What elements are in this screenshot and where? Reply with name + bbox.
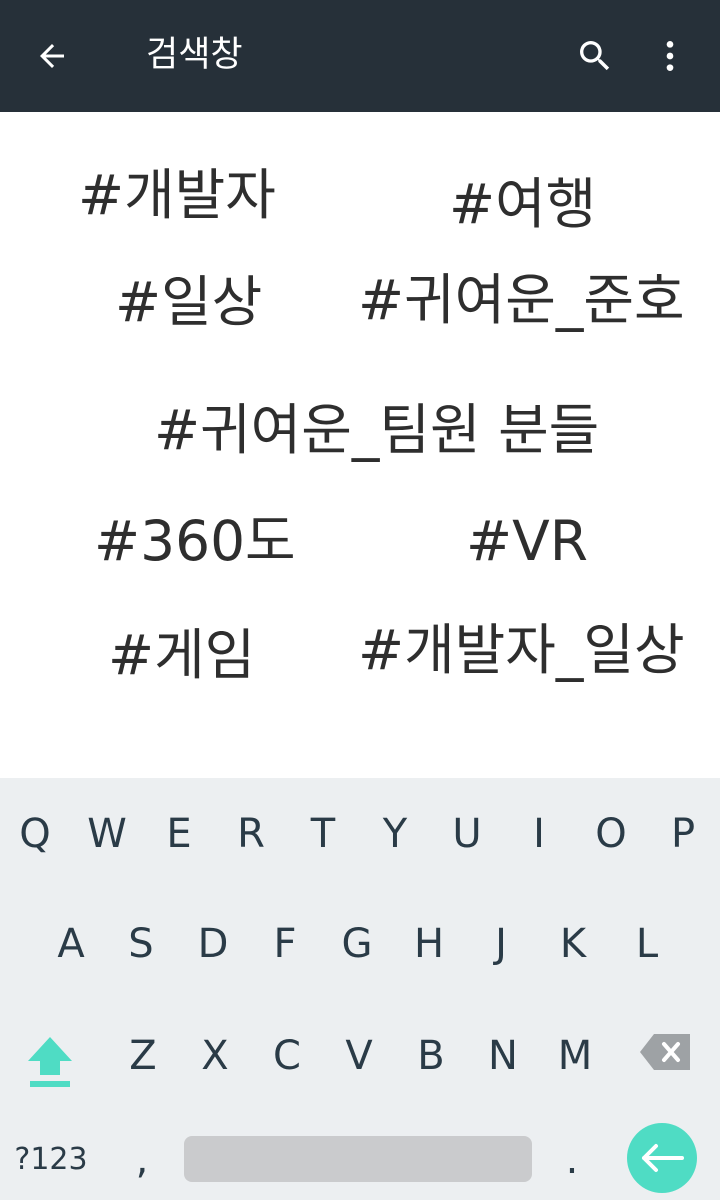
- tag-item[interactable]: #귀여운_준호: [358, 265, 685, 335]
- tag-item[interactable]: #게임: [108, 620, 255, 690]
- key-t[interactable]: T: [293, 794, 353, 874]
- comma-key[interactable]: ,: [112, 1120, 172, 1200]
- key-c[interactable]: C: [257, 1016, 317, 1096]
- key-v[interactable]: V: [329, 1016, 389, 1096]
- tag-item[interactable]: #개발자: [78, 160, 276, 230]
- key-y[interactable]: Y: [365, 794, 425, 874]
- key-a[interactable]: A: [41, 904, 101, 984]
- tag-item[interactable]: #개발자_일상: [358, 615, 685, 685]
- tag-item[interactable]: #360도: [94, 506, 296, 576]
- key-x[interactable]: X: [185, 1016, 245, 1096]
- period-key[interactable]: .: [542, 1120, 602, 1200]
- key-n[interactable]: N: [473, 1016, 533, 1096]
- enter-button[interactable]: [627, 1123, 697, 1193]
- key-m[interactable]: M: [545, 1016, 605, 1096]
- key-g[interactable]: G: [327, 904, 387, 984]
- spacebar[interactable]: [184, 1136, 532, 1182]
- backspace-icon[interactable]: [638, 1032, 698, 1072]
- search-icon[interactable]: [565, 26, 625, 86]
- key-l[interactable]: L: [617, 904, 677, 984]
- key-z[interactable]: Z: [113, 1016, 173, 1096]
- key-p[interactable]: P: [653, 794, 713, 874]
- key-u[interactable]: U: [437, 794, 497, 874]
- page-title: 검색창: [146, 35, 243, 75]
- tag-item[interactable]: #여행: [449, 169, 596, 239]
- key-q[interactable]: Q: [5, 794, 65, 874]
- key-r[interactable]: R: [221, 794, 281, 874]
- key-h[interactable]: H: [399, 904, 459, 984]
- tag-cloud: #개발자 #여행 #일상 #귀여운_준호 #귀여운_팀원 분들 #360도 #V…: [0, 112, 720, 778]
- enter-arrow-icon: [638, 1143, 686, 1173]
- key-b[interactable]: B: [401, 1016, 461, 1096]
- tag-item[interactable]: #VR: [466, 506, 588, 576]
- key-j[interactable]: J: [471, 904, 531, 984]
- shift-icon[interactable]: [20, 1032, 80, 1092]
- tag-item[interactable]: #귀여운_팀원 분들: [154, 395, 599, 465]
- app-bar: 검색창: [0, 0, 720, 112]
- key-k[interactable]: K: [543, 904, 603, 984]
- key-o[interactable]: O: [581, 794, 641, 874]
- soft-keyboard: Q W E R T Y U I O P A S D F G H J K L Z …: [0, 778, 720, 1200]
- key-i[interactable]: I: [509, 794, 569, 874]
- arrow-left-icon[interactable]: [22, 26, 82, 86]
- key-w[interactable]: W: [77, 794, 137, 874]
- key-s[interactable]: S: [111, 904, 171, 984]
- key-f[interactable]: F: [255, 904, 315, 984]
- tag-item[interactable]: #일상: [115, 267, 262, 337]
- key-e[interactable]: E: [149, 794, 209, 874]
- symbols-key[interactable]: ?123: [8, 1120, 94, 1200]
- more-vert-icon[interactable]: [640, 26, 700, 86]
- key-d[interactable]: D: [183, 904, 243, 984]
